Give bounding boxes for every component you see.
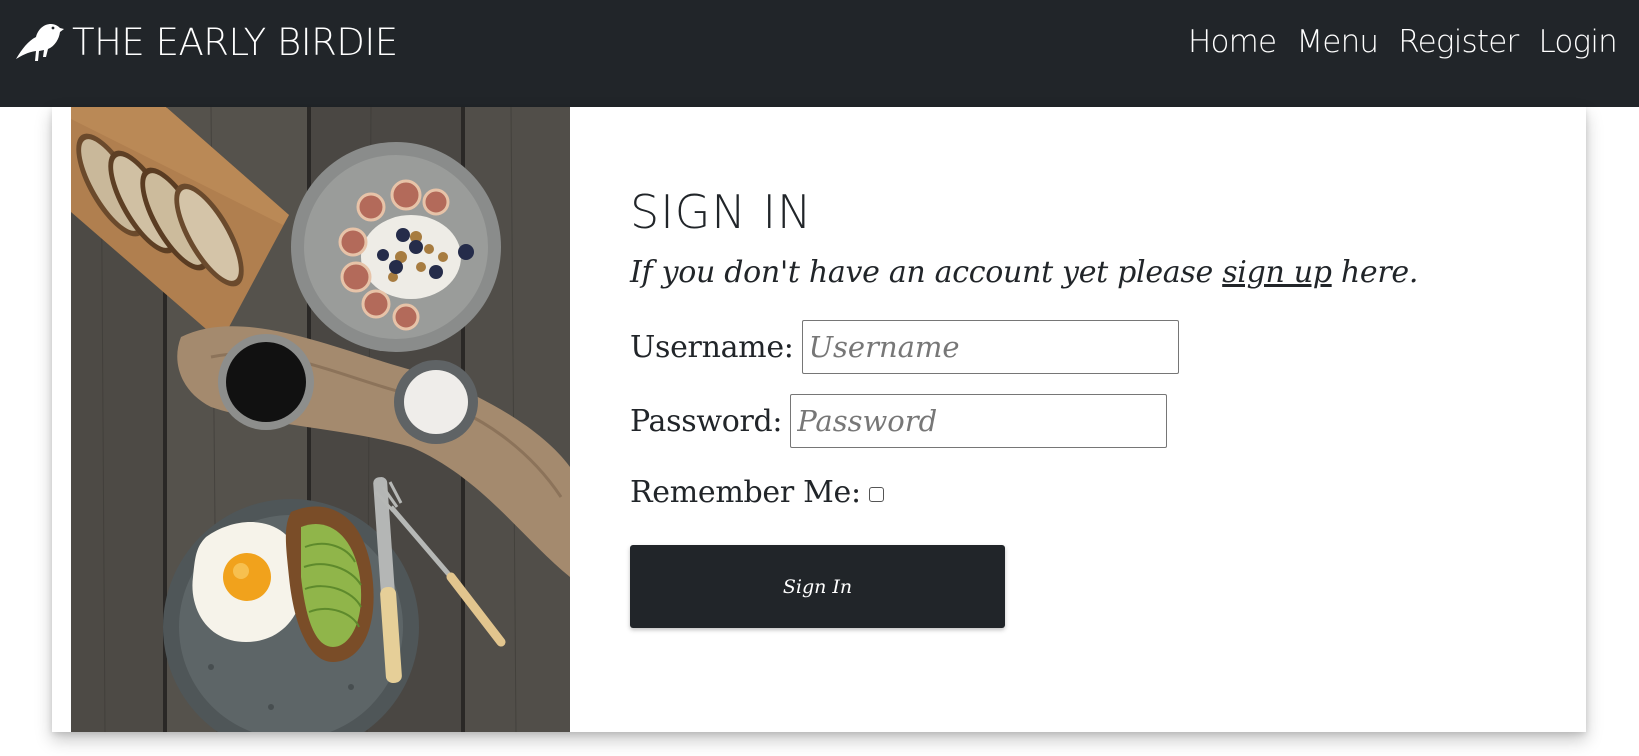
- signin-form: SIGN IN If you don't have an account yet…: [630, 107, 1530, 732]
- nav-menu-link[interactable]: Menu: [1296, 24, 1379, 60]
- username-label: Username:: [630, 329, 794, 365]
- password-row: Password:: [630, 394, 1168, 448]
- nav-home-link[interactable]: Home: [1188, 24, 1277, 60]
- navbar: THE EARLY BIRDIE Home Menu Register Logi…: [0, 0, 1639, 107]
- nav-links: Home Menu Register Login: [1168, 14, 1618, 70]
- bird-icon: [12, 19, 64, 65]
- page-title: SIGN IN: [630, 185, 813, 239]
- sign-in-button[interactable]: Sign In: [630, 545, 1005, 628]
- remember-me-checkbox[interactable]: [868, 486, 884, 502]
- brand-link[interactable]: THE EARLY BIRDIE: [12, 12, 398, 72]
- remember-row: Remember Me:: [630, 465, 884, 519]
- signup-suffix-text: here.: [1331, 255, 1419, 290]
- username-input[interactable]: [801, 320, 1179, 374]
- nav-login-link[interactable]: Login: [1538, 24, 1617, 60]
- signup-link[interactable]: sign up: [1222, 255, 1332, 290]
- signup-prompt: If you don't have an account yet please …: [630, 255, 1418, 290]
- password-input[interactable]: [790, 394, 1168, 448]
- username-row: Username:: [630, 320, 1179, 374]
- signup-prefix-text: If you don't have an account yet please: [630, 255, 1223, 290]
- breakfast-food-photo: [71, 107, 570, 732]
- brand-title: THE EARLY BIRDIE: [72, 20, 398, 64]
- remember-label: Remember Me:: [630, 474, 861, 510]
- nav-register-link[interactable]: Register: [1398, 24, 1519, 60]
- signin-card: SIGN IN If you don't have an account yet…: [52, 107, 1586, 732]
- password-label: Password:: [630, 403, 783, 439]
